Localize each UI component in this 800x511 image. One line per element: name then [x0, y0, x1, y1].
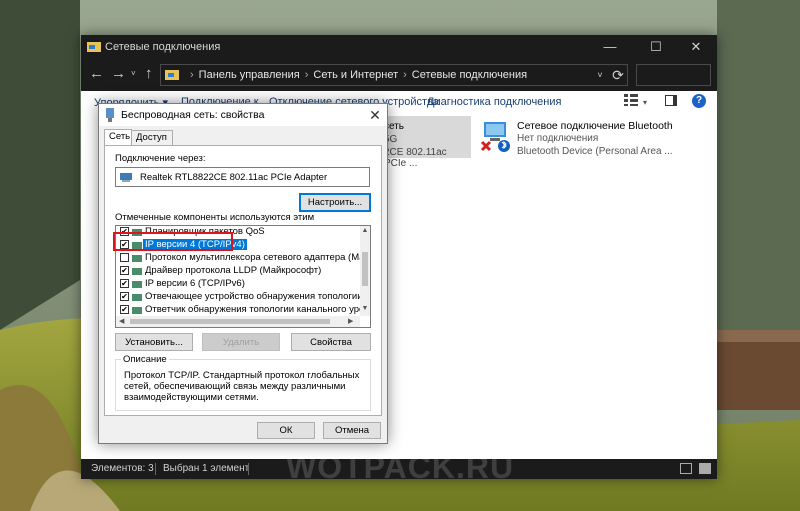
component-checkbox[interactable]: ✔ — [120, 305, 129, 314]
scroll-left-icon[interactable]: ◀ — [119, 317, 124, 325]
explorer-titlebar: Сетевые подключения — ☐ ✕ — [81, 35, 717, 59]
large-icons-view-icon[interactable] — [699, 463, 711, 474]
adapter-name: Realtek RTL8822CE 802.11ac PCIe Adapter — [140, 172, 328, 183]
recent-locations-icon[interactable]: ˅ — [131, 69, 136, 78]
watermark: WOTPACK.RU — [286, 449, 515, 485]
adapter-icon — [120, 173, 132, 182]
breadcrumb-sep: › — [403, 69, 407, 81]
network-folder-icon — [87, 42, 101, 52]
refresh-icon[interactable]: ⟳ — [607, 64, 629, 86]
back-arrow-icon[interactable]: ← — [89, 65, 104, 82]
description-text: Протокол TCP/IP. Стандартный протокол гл… — [124, 370, 360, 403]
scroll-thumb[interactable] — [130, 319, 330, 324]
connection-name: Сетевое подключение Bluetooth — [517, 120, 673, 132]
diagnose-connection-button[interactable]: Диагностика подключения — [427, 96, 561, 108]
network-tab-panel: Подключение через: Realtek RTL8822CE 802… — [104, 145, 382, 416]
remove-button[interactable]: Удалить — [202, 333, 280, 351]
component-icon — [132, 255, 142, 262]
address-toolbar: ← → ˅ ↑ › Панель управления › Сеть и Интерн… — [81, 59, 717, 91]
component-checkbox[interactable]: ✔ — [120, 266, 129, 275]
component-icon — [132, 268, 142, 275]
cancel-button[interactable]: Отмена — [323, 422, 381, 439]
connection-device: Bluetooth Device (Personal Area ... — [517, 146, 673, 157]
network-adapter-icon — [106, 108, 114, 122]
scroll-right-icon[interactable]: ▶ — [348, 317, 353, 325]
list-item[interactable]: ✔ Ответчик обнаружения топологии канальн… — [116, 304, 370, 316]
connection-device: 2CE 802.11ac PCIe ... — [384, 147, 447, 169]
properties-button[interactable]: Свойства — [291, 333, 371, 351]
adapter-field: Realtek RTL8822CE 802.11ac PCIe Adapter — [115, 167, 370, 187]
ok-button[interactable]: ОК — [257, 422, 315, 439]
dialog-titlebar: Беспроводная сеть: свойства ✕ — [99, 104, 387, 126]
bluetooth-network-icon — [480, 122, 510, 152]
details-view-icon[interactable] — [680, 463, 692, 474]
wireless-properties-dialog: Беспроводная сеть: свойства ✕ Сеть Досту… — [98, 103, 388, 444]
component-checkbox[interactable] — [120, 253, 129, 262]
selected-count: Выбран 1 элемент — [163, 463, 250, 474]
explorer-title: Сетевые подключения — [105, 41, 221, 53]
list-item[interactable]: ✔ IP версии 6 (TCP/IPv6) — [116, 278, 361, 290]
component-label: Отвечающее устройство обнаружения тополо… — [145, 291, 371, 302]
address-bar[interactable]: › Панель управления › Сеть и Интернет › Сетев… — [160, 64, 628, 86]
up-arrow-icon[interactable]: ↑ — [145, 65, 153, 82]
preview-pane-icon[interactable] — [665, 95, 677, 106]
annotation-highlight-frame — [113, 232, 233, 251]
component-label: Протокол мультиплексора сетевого адаптер… — [145, 252, 371, 263]
control-panel-icon — [165, 70, 179, 80]
list-item[interactable]: ✔ Отвечающее устройство обнаружения топо… — [116, 291, 370, 303]
breadcrumb-sep: › — [304, 69, 309, 81]
horizontal-scrollbar[interactable]: ◀ ▶ — [116, 316, 360, 327]
status-divider — [248, 463, 249, 475]
breadcrumb-sep: › — [190, 69, 194, 81]
close-window-button[interactable]: ✕ — [673, 35, 719, 59]
minimize-button[interactable]: — — [587, 35, 633, 59]
component-label: Ответчик обнаружения топологии канальног… — [145, 304, 371, 315]
close-icon[interactable]: ✕ — [364, 105, 386, 125]
component-icon — [132, 281, 142, 288]
help-icon[interactable]: ? — [692, 94, 706, 108]
component-label: Драйвер протокола LLDP (Майкрософт) — [145, 265, 322, 276]
dialog-title: Беспроводная сеть: свойства — [121, 109, 265, 121]
tab-sharing[interactable]: Доступ — [131, 130, 173, 145]
scroll-up-icon[interactable]: ▲ — [360, 227, 370, 234]
view-dropdown-icon[interactable]: ▾ — [643, 98, 647, 107]
scroll-thumb[interactable] — [362, 252, 368, 286]
component-icon — [132, 307, 142, 314]
description-label: Описание — [121, 354, 169, 365]
connect-via-label: Подключение через: — [115, 153, 206, 164]
breadcrumb: › Панель управления › Сеть и Интернет › Сетев… — [185, 69, 527, 81]
component-checkbox[interactable]: ✔ — [120, 279, 129, 288]
scroll-down-icon[interactable]: ▼ — [360, 305, 370, 312]
change-view-icon[interactable] — [624, 94, 638, 106]
list-item[interactable]: ✔ Драйвер протокола LLDP (Майкрософт) — [116, 265, 361, 277]
breadcrumb-network-connections[interactable]: Сетевые подключения — [412, 69, 527, 81]
install-button[interactable]: Установить... — [115, 333, 193, 351]
tab-network[interactable]: Сеть — [104, 129, 132, 145]
description-group: Описание Протокол TCP/IP. Стандартный пр… — [115, 354, 371, 411]
item-count: Элементов: 3 — [91, 463, 154, 474]
wireless-connection-item[interactable]: сеть 5G 2CE 802.11ac PCIe ... — [378, 116, 471, 169]
status-divider — [155, 463, 156, 475]
bluetooth-connection-item[interactable]: Сетевое подключение Bluetooth Нет подклю… — [478, 116, 678, 158]
list-item[interactable]: Протокол мультиплексора сетевого адаптер… — [116, 252, 370, 264]
breadcrumb-control-panel[interactable]: Панель управления — [199, 69, 300, 81]
vertical-scrollbar[interactable]: ▲ ▼ — [360, 226, 370, 316]
breadcrumb-network-internet[interactable]: Сеть и Интернет — [313, 69, 398, 81]
component-label: IP версии 6 (TCP/IPv6) — [145, 278, 245, 289]
forward-arrow-icon[interactable]: → — [111, 65, 126, 82]
component-icon — [132, 294, 142, 301]
component-checkbox[interactable]: ✔ — [120, 292, 129, 301]
search-input[interactable] — [636, 64, 711, 86]
connection-status: Нет подключения — [517, 133, 599, 144]
configure-button[interactable]: Настроить... — [299, 193, 371, 212]
